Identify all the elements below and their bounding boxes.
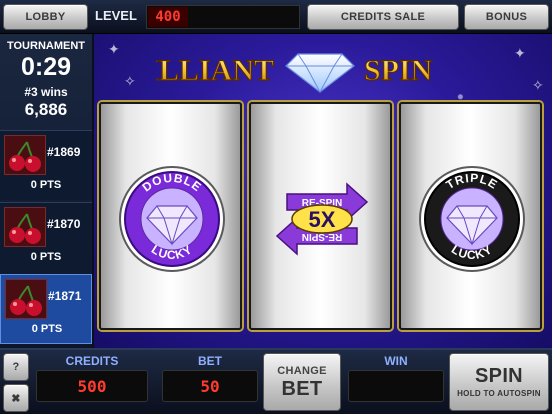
reel-1: DOUBLE LUCKY bbox=[99, 102, 242, 330]
win-value bbox=[348, 370, 444, 402]
tournament-score: 6,886 bbox=[24, 100, 68, 119]
cherry-icon bbox=[5, 279, 47, 319]
logo-text-left: BRILLIANT bbox=[156, 54, 274, 87]
entry-points: 0 PTS bbox=[30, 179, 62, 191]
tournament-timer: 0:29 bbox=[20, 53, 72, 81]
reel-2: RE-SPIN RE-SPIN 5X bbox=[249, 102, 392, 330]
level-progress-bar: 400 bbox=[146, 5, 300, 29]
entry-rank: #1871 bbox=[48, 289, 82, 303]
bet-label: BET bbox=[198, 354, 222, 368]
diamond-icon bbox=[285, 53, 355, 93]
top-bar: LOBBY LEVEL 400 CREDITS SALE BONUS bbox=[0, 0, 552, 34]
help-button[interactable]: ? bbox=[3, 353, 29, 381]
entry-rank: #1870 bbox=[47, 217, 81, 231]
win-label: WIN bbox=[384, 354, 408, 368]
sparkle-icon: ✦ bbox=[108, 42, 120, 58]
leaderboard-entry[interactable]: #1869 0 PTS bbox=[0, 130, 92, 200]
bottom-bar: ? ✖ CREDITS 500 BET 50 CHANGE BET WIN SP… bbox=[0, 348, 552, 414]
credits-value: 500 bbox=[36, 370, 148, 402]
logo-text-right: SPIN bbox=[364, 54, 433, 87]
cherry-icon bbox=[4, 135, 46, 175]
tournament-wins: #3 wins bbox=[24, 85, 68, 99]
entry-rank: #1869 bbox=[47, 145, 81, 159]
change-bet-button[interactable]: CHANGE BET bbox=[263, 353, 341, 411]
slot-machine-stage: ✦ ✦ ✧ ✧ BRILLIANT SPIN bbox=[94, 34, 552, 348]
credits-sale-button[interactable]: CREDITS SALE bbox=[307, 4, 459, 30]
settings-button[interactable]: ✖ bbox=[3, 384, 29, 412]
help-icon: ? bbox=[12, 361, 20, 373]
bet-value: 50 bbox=[162, 370, 258, 402]
leaderboard-entry-current[interactable]: #1871 0 PTS bbox=[0, 274, 92, 344]
lobby-button[interactable]: LOBBY bbox=[3, 4, 88, 30]
entry-points: 0 PTS bbox=[30, 251, 62, 263]
multiplier-label: 5X bbox=[309, 207, 336, 232]
double-lucky-symbol: DOUBLE LUCKY bbox=[119, 166, 225, 272]
reel-3: TRIPLE LUCKY bbox=[399, 102, 542, 330]
respin-5x-symbol: RE-SPIN RE-SPIN 5X bbox=[275, 182, 369, 256]
sparkle-icon: ✦ bbox=[514, 46, 526, 62]
tournament-panel: TOURNAMENT 0:29 #3 wins 6,886 #1869 0 PT… bbox=[0, 34, 94, 348]
sparkle-icon: ✧ bbox=[532, 78, 544, 94]
bonus-button[interactable]: BONUS bbox=[464, 4, 549, 30]
level-label: LEVEL bbox=[95, 8, 137, 23]
brilliant-spin-logo: BRILLIANT SPIN bbox=[156, 53, 433, 94]
triple-lucky-symbol: TRIPLE LUCKY bbox=[419, 166, 525, 272]
sparkle-icon: ✧ bbox=[124, 74, 136, 90]
entry-points: 0 PTS bbox=[31, 323, 63, 335]
spin-label: SPIN bbox=[475, 365, 523, 387]
spin-button[interactable]: SPIN HOLD TO AUTOSPIN bbox=[449, 353, 549, 411]
cherry-icon bbox=[4, 207, 46, 247]
autospin-hint: HOLD TO AUTOSPIN bbox=[457, 389, 541, 398]
level-value: 400 bbox=[148, 7, 188, 27]
tournament-title: TOURNAMENT bbox=[6, 40, 85, 52]
credits-label: CREDITS bbox=[65, 354, 119, 368]
leaderboard-entry[interactable]: #1870 0 PTS bbox=[0, 202, 92, 272]
tools-icon: ✖ bbox=[11, 392, 21, 405]
change-bet-line1: CHANGE bbox=[277, 364, 327, 377]
change-bet-line2: BET bbox=[281, 377, 323, 400]
